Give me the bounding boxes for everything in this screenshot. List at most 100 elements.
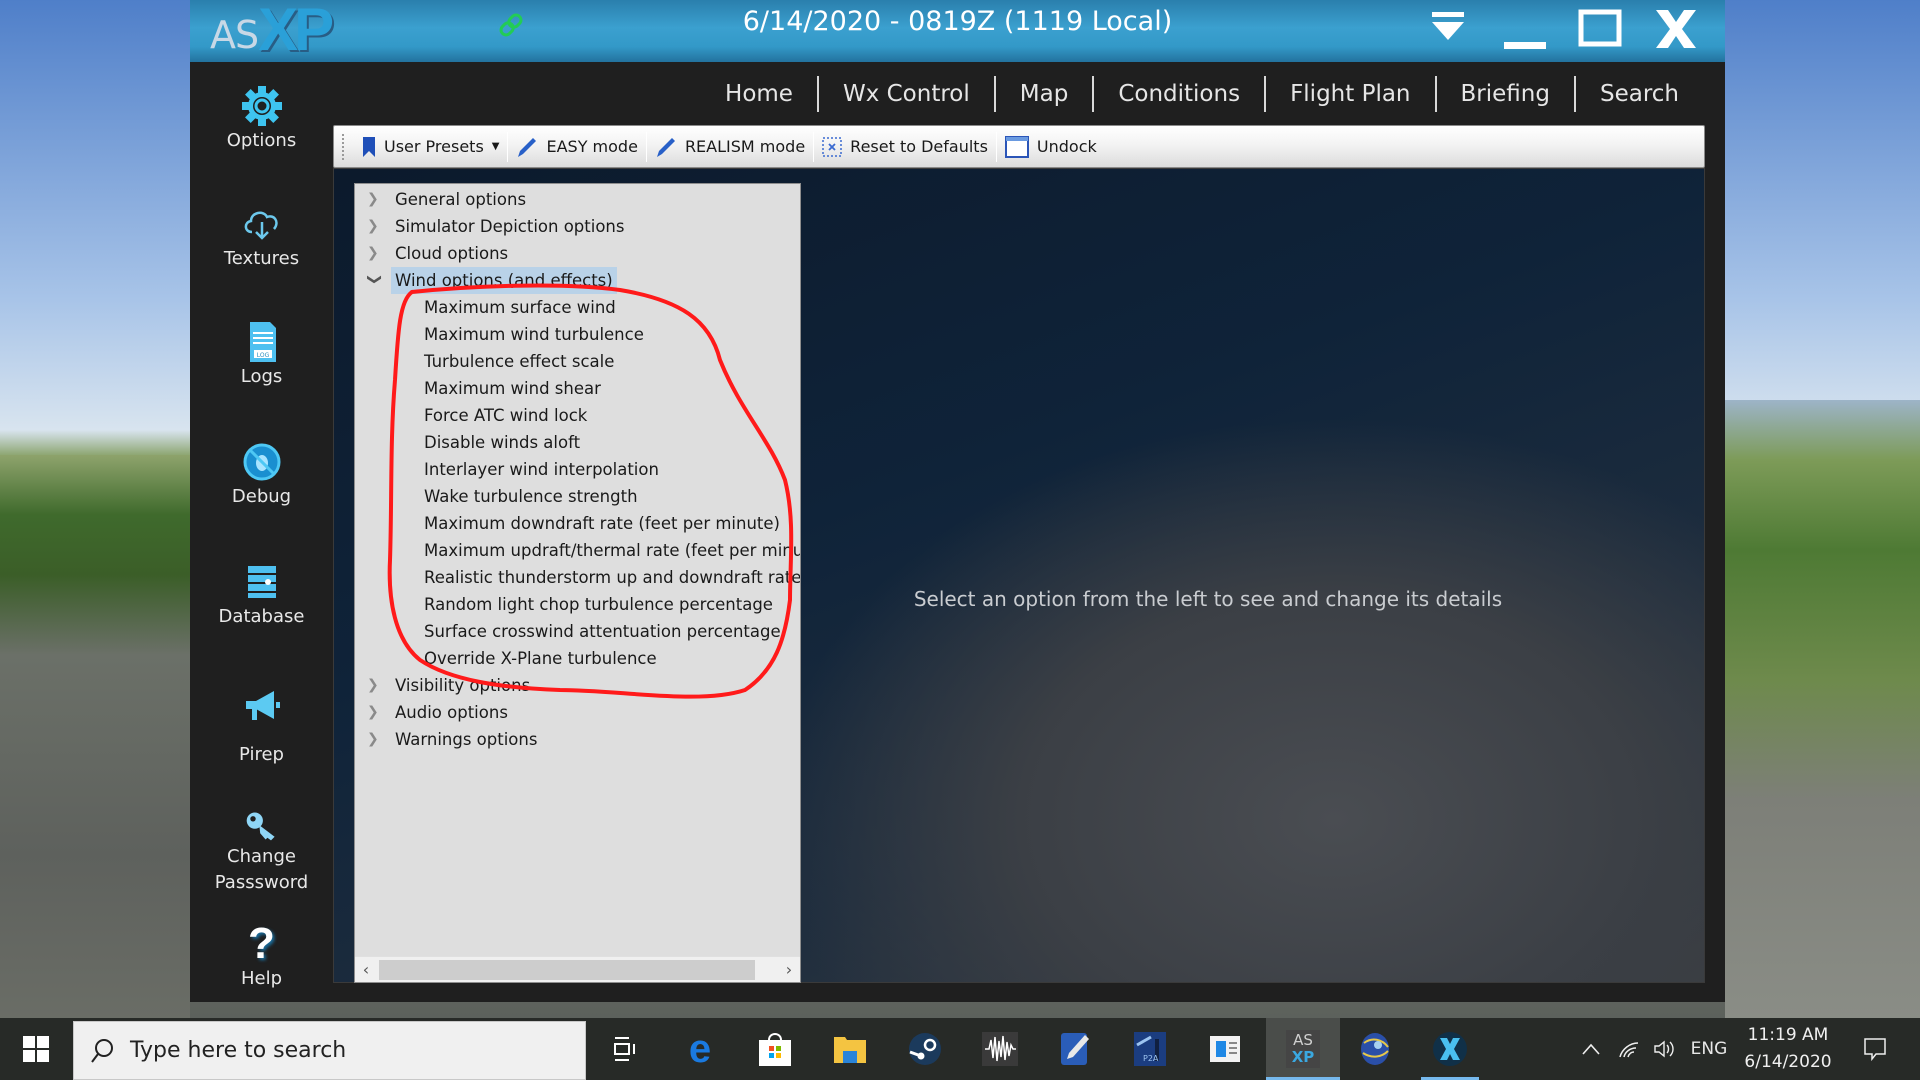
audio-wave-app-icon[interactable] xyxy=(963,1018,1037,1080)
action-center-icon[interactable] xyxy=(1850,1018,1900,1080)
reset-to-defaults-button[interactable]: Reset to Defaults xyxy=(814,130,996,164)
easy-mode-label: EASY mode xyxy=(546,137,638,156)
nav-search[interactable]: Search xyxy=(1576,76,1703,112)
taskbar-clock[interactable]: 11:19 AM 6/14/2020 xyxy=(1738,1022,1838,1076)
edge-icon[interactable]: e xyxy=(663,1018,737,1080)
realism-mode-label: REALISM mode xyxy=(684,137,806,156)
tree-item[interactable]: Maximum updraft/thermal rate (feet per m… xyxy=(355,537,800,564)
realism-mode-button[interactable]: REALISM mode xyxy=(647,130,813,164)
sidebar-item-change-password[interactable]: Change Passsword xyxy=(190,808,333,896)
sidebar: Options Textures LOG Logs Debug Database… xyxy=(190,62,333,1002)
scroll-left-icon[interactable]: ‹ xyxy=(355,957,377,983)
file-explorer-icon[interactable] xyxy=(813,1018,887,1080)
scroll-right-icon[interactable]: › xyxy=(778,957,800,983)
sidebar-item-textures[interactable]: Textures xyxy=(190,202,333,272)
task-view-icon[interactable] xyxy=(588,1018,662,1080)
tree-item[interactable]: Maximum surface wind xyxy=(355,294,800,321)
tree-item[interactable]: Surface crosswind attentuation percentag… xyxy=(355,618,800,645)
scrollbar-thumb[interactable] xyxy=(379,960,755,980)
chevron-right-icon[interactable]: ❯ xyxy=(367,699,381,726)
title-bar[interactable]: AS XP 6/14/2020 - 0819Z (1119 Local) xyxy=(190,0,1725,62)
nav-wx-control[interactable]: Wx Control xyxy=(819,76,994,112)
easy-mode-button[interactable]: EASY mode xyxy=(508,130,645,164)
sidebar-item-help[interactable]: ? Help xyxy=(190,922,333,992)
tree-label: Warnings options xyxy=(395,730,538,749)
taskbar-search-box[interactable]: Type here to search xyxy=(73,1021,586,1080)
tree-item[interactable]: Override X-Plane turbulence xyxy=(355,645,800,672)
options-tree-panel: ❯ General options ❯ Simulator Depiction … xyxy=(354,183,801,983)
tree-group-visibility-options[interactable]: ❯ Visibility options xyxy=(355,672,800,699)
key-icon xyxy=(246,812,275,841)
window-undock-icon xyxy=(1004,135,1029,158)
clock-date: 6/14/2020 xyxy=(1744,1052,1832,1072)
chevron-right-icon[interactable]: ❯ xyxy=(367,213,381,240)
tree-group-audio-options[interactable]: ❯ Audio options xyxy=(355,699,800,726)
tree-group-cloud-options[interactable]: ❯ Cloud options xyxy=(355,240,800,267)
tree-group-wind-options[interactable]: ❯ Wind options (and effects) xyxy=(355,267,800,294)
options-toolbar: User Presets ▼ EASY mode REALISM mode Re… xyxy=(333,125,1705,168)
tree-item[interactable]: Wake turbulence strength xyxy=(355,483,800,510)
svg-text:P2A: P2A xyxy=(1143,1054,1159,1063)
tree-group-general-options[interactable]: ❯ General options xyxy=(355,186,800,213)
tree-item[interactable]: Disable winds aloft xyxy=(355,429,800,456)
tree-group-warnings-options[interactable]: ❯ Warnings options xyxy=(355,726,800,753)
tree-label: Force ATC wind lock xyxy=(424,406,588,425)
tree-item[interactable]: Maximum downdraft rate (feet per minute) xyxy=(355,510,800,537)
sidebar-item-debug[interactable]: Debug xyxy=(190,440,333,510)
horizontal-scrollbar[interactable]: ‹ › xyxy=(355,956,800,982)
tree-item[interactable]: Turbulence effect scale xyxy=(355,348,800,375)
toolbar-grip[interactable] xyxy=(342,133,346,160)
undock-button[interactable]: Undock xyxy=(997,130,1105,164)
nav-map[interactable]: Map xyxy=(996,76,1093,112)
detail-placeholder-text: Select an option from the left to see an… xyxy=(913,587,1503,611)
megaphone-icon xyxy=(245,691,280,720)
nav-home[interactable]: Home xyxy=(701,76,817,112)
sidebar-label: Logs xyxy=(240,366,283,387)
store-icon[interactable] xyxy=(738,1018,812,1080)
tree-item[interactable]: Realistic thunderstorm up and downdraft … xyxy=(355,564,800,591)
tree-item[interactable]: Maximum wind shear xyxy=(355,375,800,402)
wifi-icon[interactable] xyxy=(1614,1018,1644,1080)
chevron-right-icon[interactable]: ❯ xyxy=(367,240,381,267)
steam-icon[interactable] xyxy=(888,1018,962,1080)
chevron-up-icon[interactable] xyxy=(1576,1018,1606,1080)
chevron-down-icon[interactable]: ❯ xyxy=(361,274,388,288)
sidebar-item-database[interactable]: Database xyxy=(190,560,333,630)
tree-label: Audio options xyxy=(395,703,508,722)
chevron-right-icon[interactable]: ❯ xyxy=(367,726,381,753)
sidebar-item-logs[interactable]: LOG Logs xyxy=(190,320,333,390)
window-app-icon[interactable] xyxy=(1188,1018,1262,1080)
search-icon xyxy=(91,1038,113,1063)
asxp-app-icon[interactable]: AS XP xyxy=(1266,1018,1340,1080)
minimize-icon[interactable] xyxy=(1496,4,1552,56)
sidebar-label: Pirep xyxy=(239,744,284,765)
tree-group-simulator-depiction-options[interactable]: ❯ Simulator Depiction options xyxy=(355,213,800,240)
start-button[interactable] xyxy=(0,1018,72,1080)
sidebar-label: Debug xyxy=(231,486,292,507)
globe-app-icon[interactable] xyxy=(1338,1018,1412,1080)
menu-dropdown-icon[interactable] xyxy=(1420,4,1476,56)
desktop-background-right xyxy=(1725,400,1920,1020)
chevron-right-icon[interactable]: ❯ xyxy=(367,672,381,699)
sidebar-item-pirep[interactable]: Pirep xyxy=(190,684,333,768)
p2a-app-icon[interactable]: P2A xyxy=(1113,1018,1187,1080)
tree-item[interactable]: Force ATC wind lock xyxy=(355,402,800,429)
search-placeholder: Type here to search xyxy=(130,1038,347,1063)
tree-item[interactable]: Maximum wind turbulence xyxy=(355,321,800,348)
notepad-pen-app-icon[interactable] xyxy=(1038,1018,1112,1080)
nav-flight-plan[interactable]: Flight Plan xyxy=(1266,76,1434,112)
tree-item[interactable]: Random light chop turbulence percentage xyxy=(355,591,800,618)
tree-item[interactable]: Interlayer wind interpolation xyxy=(355,456,800,483)
chevron-right-icon[interactable]: ❯ xyxy=(367,186,381,213)
user-presets-dropdown[interactable]: User Presets ▼ xyxy=(354,130,507,164)
xplane-app-icon[interactable] xyxy=(1413,1018,1487,1080)
volume-icon[interactable] xyxy=(1650,1018,1680,1080)
chevron-down-icon: ▼ xyxy=(491,141,500,152)
nav-briefing[interactable]: Briefing xyxy=(1437,76,1574,112)
sidebar-item-options[interactable]: Options xyxy=(190,84,333,154)
nav-conditions[interactable]: Conditions xyxy=(1094,76,1264,112)
close-icon[interactable] xyxy=(1648,4,1704,56)
gear-icon xyxy=(241,86,282,126)
maximize-icon[interactable] xyxy=(1572,4,1628,56)
language-indicator[interactable]: ENG xyxy=(1686,1018,1732,1080)
